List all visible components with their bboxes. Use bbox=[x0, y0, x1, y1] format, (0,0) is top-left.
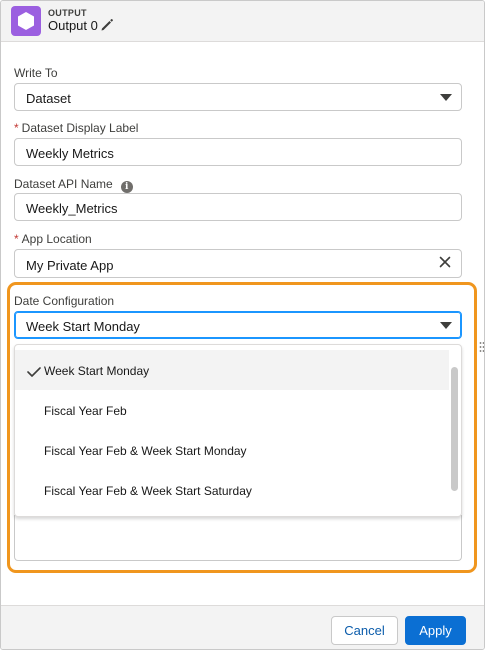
write-to-value: Dataset bbox=[26, 91, 71, 106]
date-configuration-select[interactable]: Week Start Monday bbox=[14, 311, 462, 339]
pencil-icon[interactable] bbox=[100, 18, 114, 32]
caret-down-icon bbox=[440, 322, 452, 329]
panel-footer: Cancel Apply bbox=[1, 605, 484, 649]
app-location-text: App Location bbox=[21, 232, 92, 246]
textarea-field[interactable] bbox=[14, 515, 462, 561]
listbox-option[interactable]: Week Start Monday bbox=[15, 350, 449, 390]
required-marker: * bbox=[14, 232, 19, 246]
node-type-label: OUTPUT bbox=[48, 8, 87, 18]
apply-button[interactable]: Apply bbox=[405, 616, 466, 645]
dataset-display-label-value: Weekly Metrics bbox=[26, 146, 114, 161]
option-label: Fiscal Year Feb bbox=[44, 404, 127, 418]
option-label: Week Start Monday bbox=[44, 364, 150, 378]
caret-down-icon bbox=[440, 94, 452, 101]
write-to-label: Write To bbox=[14, 66, 58, 80]
dataset-display-label-input[interactable]: Weekly Metrics bbox=[14, 138, 462, 166]
output-node-panel: OUTPUT Output 0 Write To Dataset * Datase… bbox=[0, 0, 485, 650]
scrollbar-thumb[interactable] bbox=[451, 367, 458, 491]
resize-handle[interactable] bbox=[479, 340, 484, 352]
dataset-api-name-input[interactable]: Weekly_Metrics bbox=[14, 193, 462, 221]
info-icon[interactable]: i bbox=[120, 181, 133, 193]
check-icon bbox=[27, 366, 41, 377]
required-marker: * bbox=[14, 121, 19, 135]
cancel-button[interactable]: Cancel bbox=[331, 616, 398, 645]
panel-header: OUTPUT Output 0 bbox=[1, 1, 484, 42]
node-name: Output 0 bbox=[48, 18, 98, 33]
dataset-api-name-value: Weekly_Metrics bbox=[26, 201, 118, 216]
listbox-option[interactable]: Fiscal Year Feb & Week Start Saturday bbox=[15, 470, 449, 510]
listbox-option[interactable]: Fiscal Year Feb bbox=[15, 390, 449, 430]
write-to-select[interactable]: Dataset bbox=[14, 83, 462, 111]
app-location-label: * App Location bbox=[14, 232, 92, 246]
hexagon-icon bbox=[11, 6, 41, 36]
option-label: Fiscal Year Feb & Week Start Monday bbox=[44, 444, 247, 458]
dataset-api-name-label: Dataset API Name i bbox=[14, 177, 133, 193]
clear-icon[interactable] bbox=[439, 256, 451, 268]
dataset-api-name-text: Dataset API Name bbox=[14, 177, 113, 191]
date-configuration-value: Week Start Monday bbox=[26, 319, 140, 334]
listbox-option[interactable]: Fiscal Year Feb & Week Start Monday bbox=[15, 430, 449, 470]
date-configuration-label: Date Configuration bbox=[14, 294, 115, 308]
dataset-display-label-text: Dataset Display Label bbox=[21, 121, 139, 135]
date-configuration-listbox: Week Start Monday Fiscal Year Feb Fiscal… bbox=[14, 344, 462, 517]
dataset-display-label-label: * Dataset Display Label bbox=[14, 121, 138, 135]
app-location-combobox[interactable]: My Private App bbox=[14, 249, 462, 278]
option-label: Fiscal Year Feb & Week Start Saturday bbox=[44, 484, 252, 498]
app-location-value: My Private App bbox=[26, 258, 114, 273]
